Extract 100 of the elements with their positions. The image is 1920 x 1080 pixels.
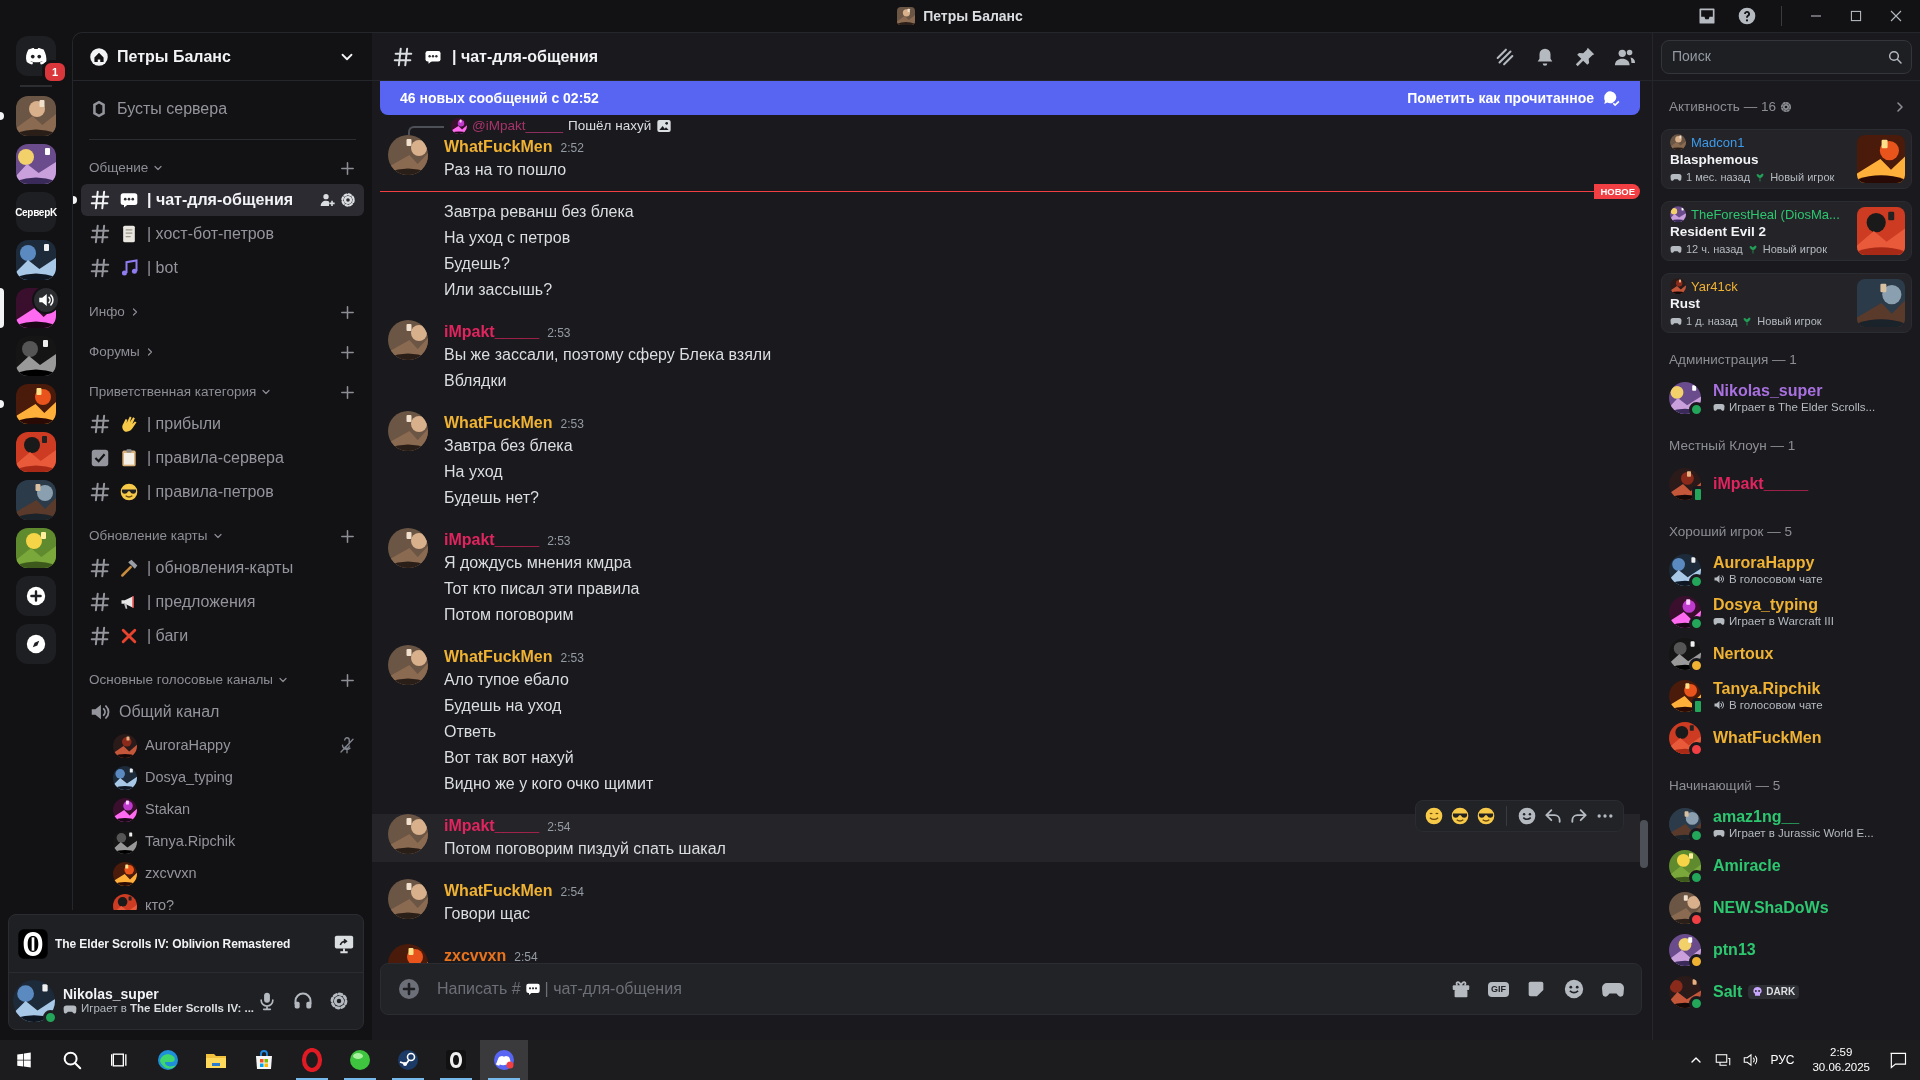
emoji-icon[interactable] [1563, 978, 1585, 1000]
voice-user-name[interactable]: AuroraHappy [145, 735, 231, 757]
plus-icon[interactable] [339, 343, 356, 361]
plus-icon[interactable] [339, 383, 356, 401]
round-logo-icon [396, 1048, 420, 1072]
notification-badge: 1 [42, 60, 68, 84]
plus-icon[interactable] [339, 303, 356, 321]
activity-card[interactable]: Madcon1 Blasphemous 1 мес. назад Новый игрок [1661, 129, 1912, 189]
language-indicator[interactable]: РУС [1770, 1051, 1795, 1069]
add-server-button[interactable] [16, 576, 56, 616]
server-name[interactable]: Петры Баланс [117, 44, 330, 69]
message-field[interactable]: Написать # | чат-для-общения GIF [380, 963, 1642, 1015]
discover-button[interactable] [16, 624, 56, 664]
voice-user-name[interactable]: Tanya.Ripchik [145, 831, 236, 853]
help-icon[interactable] [1737, 6, 1757, 26]
author-name[interactable]: iMpakt_____ [444, 320, 540, 344]
sunglasses-face-icon[interactable] [1450, 806, 1470, 826]
channel-item[interactable]: | прибыли [81, 408, 364, 440]
placeholder-text: | чат-для-общения [544, 979, 682, 999]
plus-icon[interactable] [339, 159, 356, 177]
member-name[interactable]: iMpakt_____ [1713, 474, 1809, 494]
smiling-face-icon[interactable] [1424, 806, 1444, 826]
plus-icon[interactable] [339, 671, 356, 689]
member-name[interactable]: ptn13 [1713, 940, 1756, 960]
channel-item[interactable]: | хост-бот-петров [81, 218, 364, 250]
message-text: Вблядки [444, 371, 508, 391]
search-box[interactable]: Поиск [1661, 39, 1912, 74]
category-name[interactable]: Приветственная категория [89, 381, 257, 403]
taskbar-button[interactable] [480, 1040, 528, 1080]
settings-icon[interactable] [1779, 101, 1792, 113]
reply-text[interactable]: Пошёл нахуй [568, 115, 652, 137]
author-name[interactable]: WhatFuckMen [444, 411, 553, 435]
member-name[interactable]: Amiracle [1713, 856, 1781, 876]
gif-button[interactable]: GIF [1488, 981, 1509, 997]
user-name[interactable]: Nikolas_super [63, 985, 249, 1003]
channel-item[interactable]: | обновления-карты [81, 552, 364, 584]
category-name[interactable]: Форумы [89, 341, 140, 363]
add-reaction-icon[interactable] [1517, 806, 1537, 826]
notifications-icon[interactable] [1888, 1050, 1908, 1070]
image-icon [656, 118, 673, 134]
category-name[interactable]: Общение [89, 157, 149, 179]
voice-user-name[interactable]: кто? [145, 895, 175, 910]
home-button[interactable] [16, 36, 56, 76]
timestamp: 2:53 [560, 650, 584, 667]
network-icon[interactable] [1714, 1051, 1733, 1069]
orb-icon [348, 1048, 372, 1072]
mark-as-read-button[interactable]: Пометить как прочитанное [1407, 87, 1620, 109]
channel-item[interactable]: | правила-сервера [81, 442, 364, 474]
headphones-icon[interactable] [293, 991, 313, 1011]
channel-item[interactable]: Бусты сервера [81, 93, 364, 125]
member-name[interactable]: Nertoux [1713, 644, 1774, 664]
member-name[interactable]: amaz1ng__ [1713, 808, 1800, 827]
scrollbar-thumb[interactable] [1640, 820, 1648, 868]
pin-icon[interactable] [1574, 45, 1596, 68]
voice-user-name[interactable]: zxcvvxn [145, 863, 197, 885]
music-note-icon [119, 258, 139, 278]
timestamp: 2:53 [560, 416, 584, 433]
activity-card[interactable]: Yar41ck Rust 1 д. назад Новый игрок [1661, 273, 1912, 333]
speech-bubble-icon [119, 190, 139, 210]
activity-card[interactable]: TheForestHeal (DiosMa... Resident Evil 2 12 ч. назад Новый игрок [1661, 201, 1912, 261]
author-name[interactable]: WhatFuckMen [444, 135, 553, 159]
author-name[interactable]: zxcvvxn [444, 944, 507, 963]
server-icon[interactable]: СерверK [16, 192, 56, 232]
gift-icon[interactable] [1450, 978, 1472, 1000]
category-name[interactable]: Инфо [89, 301, 125, 323]
house-icon [89, 46, 109, 67]
forward-icon[interactable] [1569, 806, 1589, 826]
member-name[interactable]: Salt [1713, 982, 1743, 1002]
add-member-icon[interactable] [320, 192, 336, 208]
member-name[interactable]: Dosya_typing [1713, 596, 1818, 615]
plus-icon[interactable] [339, 527, 356, 545]
message-text: Ало тупое ебало [444, 670, 570, 690]
settings-icon[interactable] [329, 991, 349, 1011]
search-field[interactable]: Поиск [1670, 45, 1887, 68]
voice-user-name[interactable]: Stakan [145, 799, 191, 821]
category-name[interactable]: Основные голосовые каналы [89, 669, 273, 691]
author-name[interactable]: WhatFuckMen [444, 645, 553, 669]
activity-text: Играет в Jurassic World E... [1729, 826, 1874, 840]
reply-icon[interactable] [1543, 806, 1563, 826]
sunglasses-face-icon[interactable] [1476, 806, 1496, 826]
member-name[interactable]: NEW.ShaDoWs [1713, 898, 1829, 918]
add-attachment-icon[interactable] [397, 977, 421, 1001]
inbox-icon[interactable] [1697, 6, 1717, 26]
channel-item[interactable]: | предложения [81, 586, 364, 618]
checkbox-icon [89, 447, 111, 469]
voice-user-name[interactable]: Dosya_typing [145, 767, 233, 789]
channel-item[interactable]: | баги [81, 620, 364, 652]
channel-item[interactable]: | bot [81, 252, 364, 284]
ring-logo-icon [300, 1048, 324, 1072]
author-name[interactable]: iMpakt_____ [444, 528, 540, 552]
microphone-icon[interactable] [257, 991, 277, 1011]
author-name[interactable]: WhatFuckMen [444, 879, 553, 903]
channel-item[interactable]: Общий канал [81, 696, 364, 728]
member-name[interactable]: Tanya.Ripchik [1713, 680, 1821, 699]
message-text: Или зассышь? [444, 280, 554, 300]
channel-item[interactable]: | правила-петров [81, 476, 364, 508]
category-name[interactable]: Обновление карты [89, 525, 208, 547]
member-name[interactable]: WhatFuckMen [1713, 728, 1822, 748]
member-name[interactable]: AuroraHappy [1713, 554, 1815, 573]
member-name[interactable]: Nikolas_super [1713, 382, 1823, 401]
